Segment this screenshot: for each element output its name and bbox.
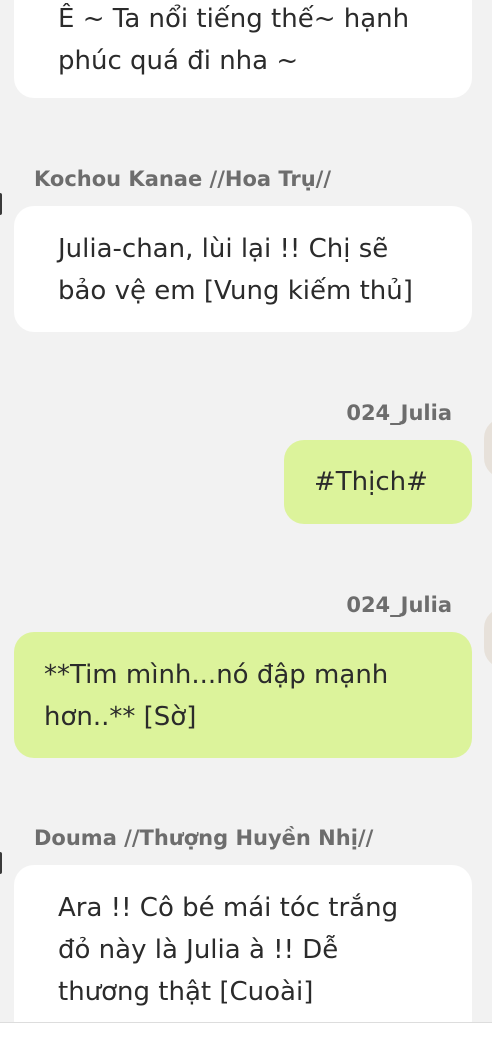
message-text: #Thịch# [314, 467, 428, 497]
avatar[interactable] [484, 608, 492, 668]
sender-name: 024_Julia [346, 593, 452, 617]
message-bubble[interactable]: #Thịch# [284, 440, 472, 524]
message-text: Ê ~ Ta nổi tiếng thế~ hạnh phúc quá đi n… [58, 4, 410, 76]
sender-name: Douma //Thượng Huyền Nhị// [34, 826, 374, 850]
message-text: Ara !! Cô bé mái tóc trắng đỏ này là Jul… [58, 893, 399, 1007]
chat-thread[interactable]: Ê ~ Ta nổi tiếng thế~ hạnh phúc quá đi n… [0, 0, 492, 1022]
unread-marker [0, 193, 2, 215]
message-text: Julia-chan, lùi lại !! Chị sẽ bảo vệ em … [58, 234, 413, 306]
avatar[interactable] [484, 418, 492, 478]
sender-name: Kochou Kanae //Hoa Trụ// [34, 167, 332, 191]
input-bar[interactable] [0, 1022, 492, 1039]
sender-name: 024_Julia [346, 401, 452, 425]
message-bubble[interactable]: Julia-chan, lùi lại !! Chị sẽ bảo vệ em … [14, 206, 472, 332]
message-bubble[interactable]: Ara !! Cô bé mái tóc trắng đỏ này là Jul… [14, 865, 472, 1022]
unread-marker [0, 852, 2, 874]
message-bubble[interactable]: **Tim mình...nó đập mạnh hơn..** [Sờ] [14, 632, 472, 758]
message-text: **Tim mình...nó đập mạnh hơn..** [Sờ] [44, 660, 389, 732]
message-bubble[interactable]: Ê ~ Ta nổi tiếng thế~ hạnh phúc quá đi n… [14, 0, 472, 98]
